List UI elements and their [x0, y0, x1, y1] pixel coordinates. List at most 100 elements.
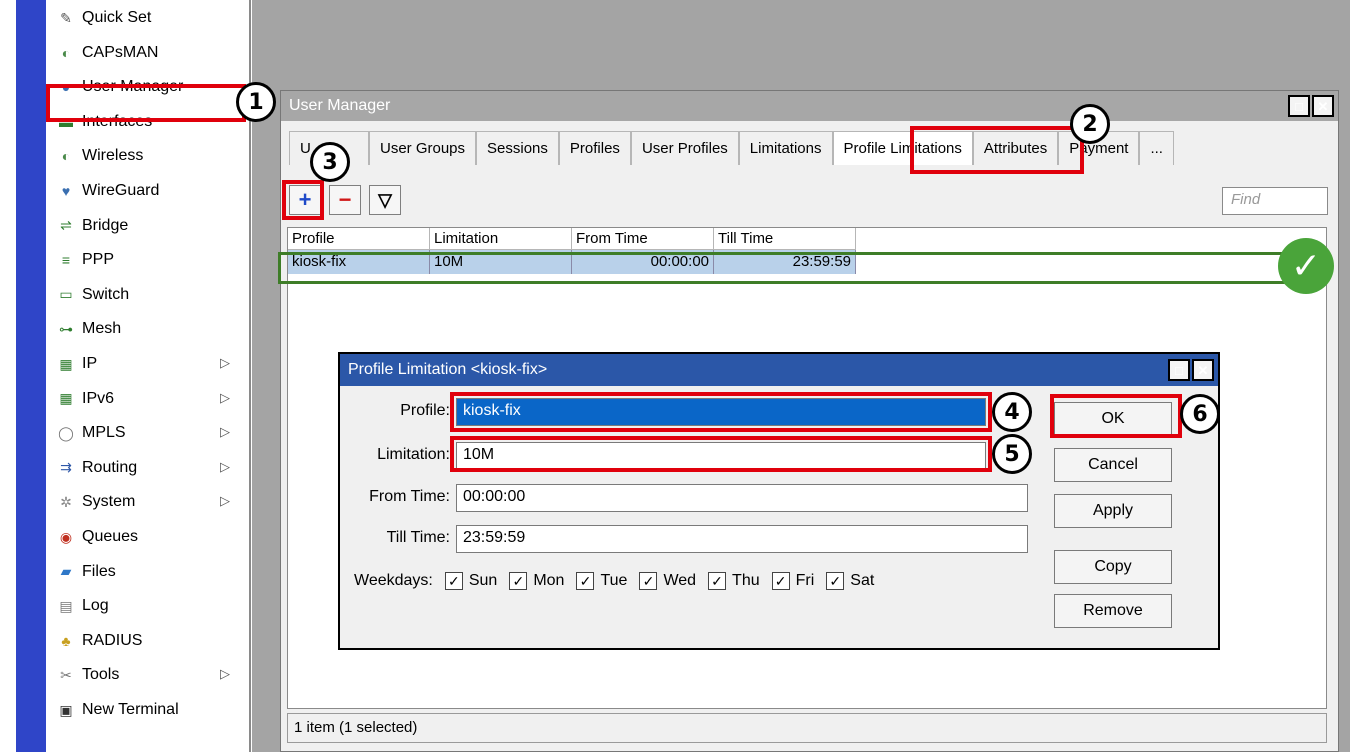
wand-icon: ✎	[60, 9, 72, 26]
sidebar-item-label: IP	[82, 355, 98, 372]
column-header-from-time[interactable]: From Time	[572, 228, 714, 250]
remove-icon[interactable]: −	[329, 185, 361, 215]
step-badge-3: 3	[310, 142, 350, 182]
checkbox-mon[interactable]: ✓	[509, 572, 528, 590]
checkbox-wed[interactable]: ✓	[639, 572, 658, 590]
ip-icon: ▦	[59, 355, 73, 372]
checkbox-tue[interactable]: ✓	[576, 572, 595, 590]
from-time-field[interactable]: 00:00:00	[456, 484, 1028, 512]
sidebar-item-files[interactable]: ▰ Files	[46, 555, 246, 589]
sidebar-item-mpls[interactable]: ◯ MPLS ▷	[46, 416, 246, 450]
column-header-profile[interactable]: Profile	[288, 228, 430, 250]
bridge-icon: ⇌	[60, 217, 72, 234]
find-input[interactable]: Find	[1222, 187, 1328, 215]
tab-user-profiles[interactable]: User Profiles	[630, 131, 739, 165]
sidebar-item-label: Mesh	[82, 320, 122, 338]
till-time-label: Till Time:	[386, 529, 450, 546]
winbox-side-strip	[16, 0, 46, 752]
tools-icon: ✂	[60, 666, 72, 683]
sidebar-item-system[interactable]: ✲ System ▷	[46, 485, 246, 519]
maximize-icon[interactable]: □	[1288, 95, 1310, 117]
mesh-icon: ⊶	[59, 320, 73, 337]
sidebar-item-label: CAPsMAN	[82, 43, 159, 61]
sidebar-item-label: Wireless	[82, 147, 144, 165]
wireless-icon: ◐	[61, 148, 71, 165]
ipv6-icon: ▦	[59, 390, 73, 407]
sidebar-item-ip[interactable]: ▦ IP ▷	[46, 347, 246, 381]
user-manager-titlebar[interactable]: User Manager □ ✕	[281, 91, 1338, 121]
check-icon: ✓	[1278, 238, 1334, 294]
step-badge-1: 1	[236, 82, 276, 122]
tab-profiles[interactable]: Profiles	[558, 131, 631, 165]
sidebar-item-ipv6[interactable]: ▦ IPv6 ▷	[46, 382, 246, 416]
tab-user-groups[interactable]: User Groups	[369, 131, 477, 165]
weekday-fri: Fri	[795, 572, 815, 589]
sidebar-item-capsman[interactable]: ◐ CAPsMAN	[46, 36, 246, 70]
from-time-label: From Time:	[369, 488, 450, 505]
sidebar-item-mesh[interactable]: ⊶ Mesh	[46, 312, 246, 346]
ppp-icon: ≡	[61, 252, 71, 269]
sidebar-item-label: Switch	[82, 285, 130, 303]
copy-button[interactable]: Copy	[1054, 550, 1172, 584]
wireguard-icon: ♥	[61, 183, 71, 199]
sidebar-item-label: Tools	[82, 666, 120, 684]
sidebar-item-label: Files	[82, 562, 116, 580]
cancel-button[interactable]: Cancel	[1054, 448, 1172, 482]
sidebar-item-tools[interactable]: ✂ Tools ▷	[46, 658, 246, 692]
step-badge-2: 2	[1070, 104, 1110, 144]
sidebar-item-label: IPv6	[82, 389, 115, 407]
queues-icon: ◉	[59, 528, 73, 545]
switch-icon: ▭	[59, 286, 73, 303]
user-manager-title: User Manager	[289, 97, 391, 114]
sidebar-item-queues[interactable]: ◉ Queues	[46, 520, 246, 554]
sidebar-item-label: Queues	[82, 528, 139, 545]
sidebar-item-routing[interactable]: ⇉ Routing ▷	[46, 451, 246, 485]
column-header-till-time[interactable]: Till Time	[714, 228, 856, 250]
highlight-user-manager	[46, 84, 246, 122]
sidebar-item-label: MPLS	[82, 424, 126, 442]
checkbox-fri[interactable]: ✓	[771, 572, 790, 590]
remove-button[interactable]: Remove	[1054, 594, 1172, 628]
profile-label: Profile:	[400, 402, 450, 419]
column-header-limitation[interactable]: Limitation	[430, 228, 572, 250]
dialog-title: Profile Limitation <kiosk-fix>	[348, 361, 548, 378]
sidebar-item-label: Routing	[82, 458, 138, 476]
till-time-field[interactable]: 23:59:59	[456, 525, 1028, 553]
checkbox-sun[interactable]: ✓	[444, 572, 463, 590]
sidebar-item-wireguard[interactable]: ♥ WireGuard	[46, 174, 246, 208]
tab-more[interactable]: ...	[1139, 131, 1174, 165]
sidebar-item-bridge[interactable]: ⇌ Bridge	[46, 209, 246, 243]
close-icon[interactable]: ✕	[1312, 95, 1334, 117]
sidebar-item-quick-set[interactable]: ✎ Quick Set	[46, 1, 246, 35]
weekday-tue: Tue	[600, 572, 628, 589]
dialog-close-icon[interactable]: ✕	[1192, 359, 1214, 381]
checkbox-thu[interactable]: ✓	[708, 572, 727, 590]
system-gear-icon: ✲	[60, 493, 72, 510]
submenu-arrow-icon: ▷	[220, 458, 230, 474]
log-icon: ▤	[59, 597, 73, 614]
weekday-wed: Wed	[663, 572, 697, 589]
sidebar-item-switch[interactable]: ▭ Switch	[46, 278, 246, 312]
weekdays-label: Weekdays:	[354, 572, 433, 589]
sidebar-item-wireless[interactable]: ◐ Wireless	[46, 139, 246, 173]
sidebar-item-label: Bridge	[82, 216, 129, 234]
sidebar-item-log[interactable]: ▤ Log	[46, 589, 246, 623]
tab-limitations[interactable]: Limitations	[738, 131, 833, 165]
folder-icon: ▰	[60, 563, 72, 580]
radius-icon: ♣	[61, 632, 71, 649]
tab-sessions[interactable]: Sessions	[476, 131, 559, 165]
weekdays-row: Weekdays: ✓ Sun ✓ Mon ✓ Tue ✓ Wed ✓ Thu ✓ Fri …	[354, 572, 874, 590]
checkbox-sat[interactable]: ✓	[826, 572, 845, 590]
sidebar-item-label: New Terminal	[82, 701, 179, 718]
antenna-icon: ◐	[61, 44, 71, 61]
highlight-ok-button	[1050, 394, 1182, 438]
status-bar: 1 item (1 selected)	[287, 713, 1327, 743]
sidebar-item-radius[interactable]: ♣ RADIUS	[46, 624, 246, 658]
sidebar-item-ppp[interactable]: ≡ PPP	[46, 243, 246, 277]
dialog-maximize-icon[interactable]: □	[1168, 359, 1190, 381]
mpls-icon: ◯	[58, 424, 74, 441]
apply-button[interactable]: Apply	[1054, 494, 1172, 528]
filter-icon[interactable]: ▽	[369, 185, 401, 215]
sidebar-item-new-terminal[interactable]: ▣ New Terminal	[46, 693, 246, 727]
dialog-titlebar[interactable]: Profile Limitation <kiosk-fix> □ ✕	[340, 354, 1218, 386]
